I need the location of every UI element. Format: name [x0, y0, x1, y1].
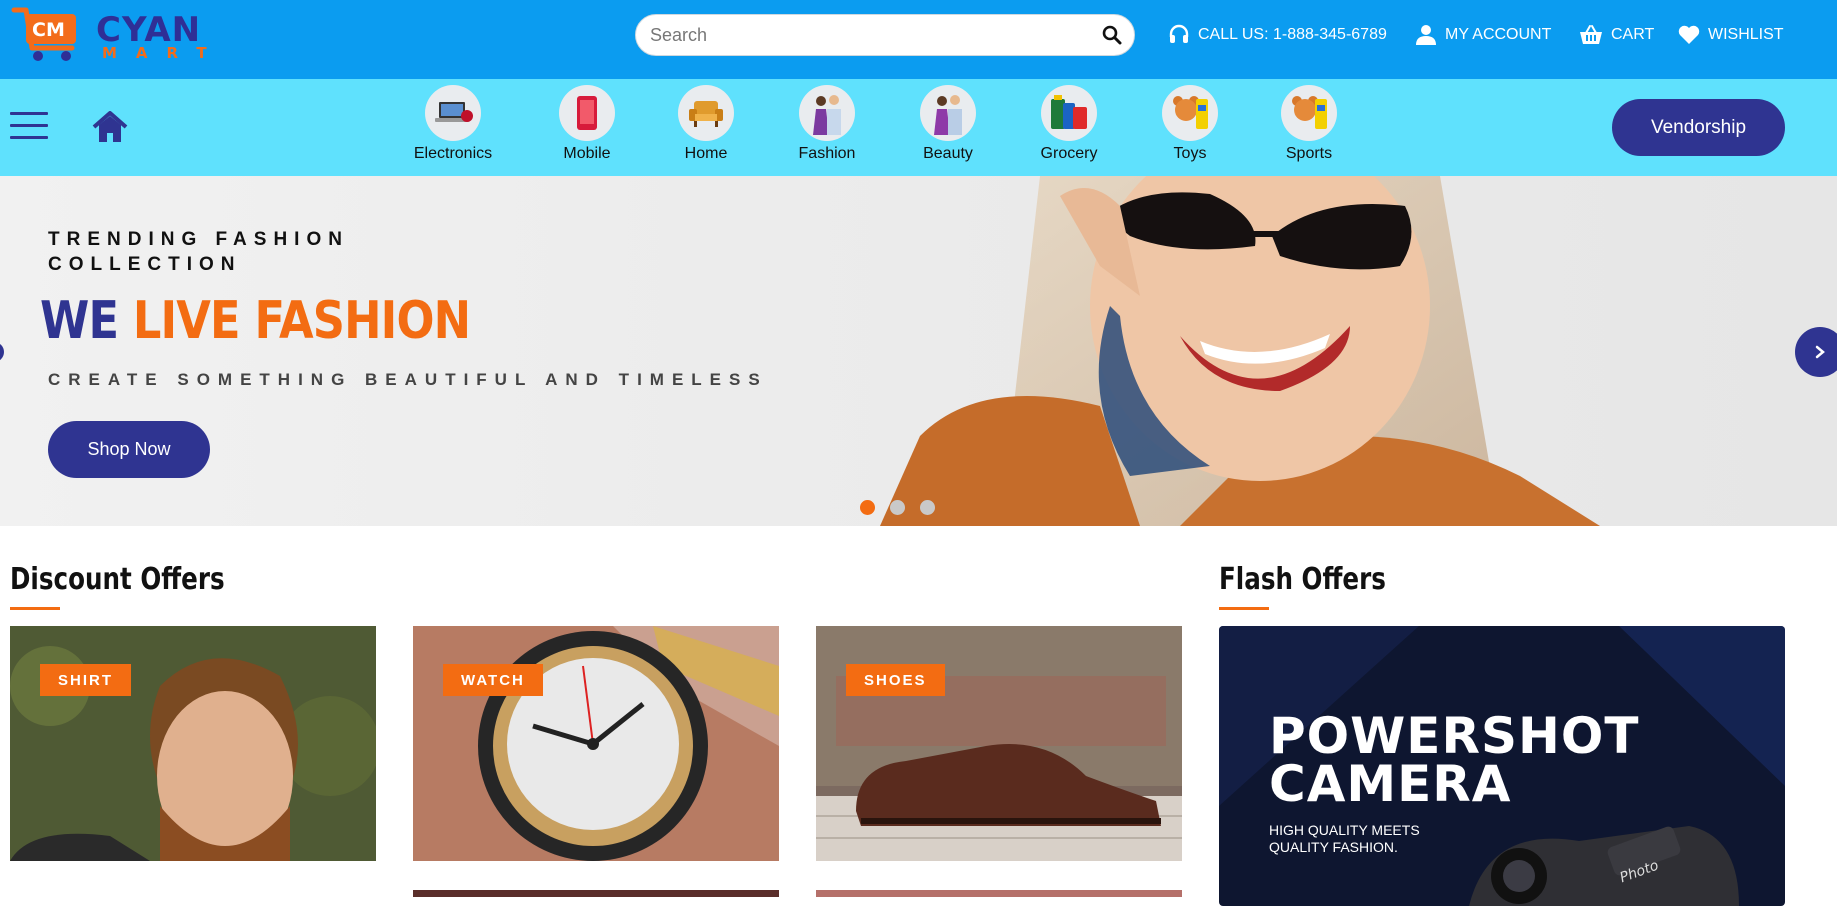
category-label: Grocery: [1040, 145, 1098, 162]
discount-card-watch[interactable]: WATCH: [413, 626, 779, 861]
category-toys[interactable]: Toys: [1135, 85, 1245, 163]
hero-title-part-2: LIVE FASHION: [132, 291, 471, 351]
user-icon: [1416, 25, 1436, 45]
category-fashion[interactable]: Fashion: [772, 85, 882, 163]
category-label: Toys: [1173, 145, 1207, 162]
logo-badge: CM: [32, 19, 65, 41]
hero-banner: TRENDING FASHION COLLECTION WE LIVE FASH…: [0, 176, 1837, 526]
hero-title-part-1: WE: [40, 291, 119, 351]
vendorship-button[interactable]: Vendorship: [1612, 99, 1785, 156]
flash-banner-subtitle: HIGH QUALITY MEETS QUALITY FASHION.: [1269, 822, 1420, 855]
discount-title-underline: [10, 607, 60, 610]
site-logo[interactable]: CM CYAN MART: [10, 4, 207, 64]
home-icon[interactable]: [92, 111, 128, 143]
logo-word-mart: MART: [102, 44, 226, 62]
chevron-right-icon: [1815, 345, 1825, 359]
cart-logo-icon: CM: [11, 7, 76, 61]
shoes-product-image: [816, 626, 1182, 861]
wishlist-link[interactable]: WISHLIST: [1678, 22, 1784, 48]
category-label: Sports: [1285, 145, 1333, 162]
category-mobile[interactable]: Mobile: [532, 85, 642, 163]
card-badge: WATCH: [443, 664, 543, 696]
search-input[interactable]: [650, 15, 1080, 55]
hero-eyebrow: TRENDING FASHION COLLECTION: [48, 229, 349, 275]
discount-offers-title: Discount Offers: [10, 562, 225, 597]
category-label: Beauty: [923, 145, 973, 162]
grocery-icon: [1041, 85, 1097, 141]
flash-offer-banner[interactable]: Photo POWERSHOT CAMERA HIGH QUALITY MEET…: [1219, 626, 1785, 906]
hero-subtitle: CREATE SOMETHING BEAUTIFUL AND TIMELESS: [48, 370, 768, 389]
hamburger-menu-icon[interactable]: [10, 112, 48, 140]
slider-dot-2[interactable]: [890, 500, 905, 515]
card-badge: SHIRT: [40, 664, 131, 696]
flash-banner-title: POWERSHOT CAMERA: [1269, 707, 1640, 813]
slider-dot-3[interactable]: [920, 500, 935, 515]
category-label: Electronics: [413, 145, 493, 162]
my-account-link[interactable]: MY ACCOUNT: [1415, 22, 1551, 48]
beauty-couple-icon: [920, 85, 976, 141]
category-beauty[interactable]: Beauty: [893, 85, 1003, 163]
category-electronics[interactable]: Electronics: [398, 85, 508, 163]
slider-prev-button[interactable]: [0, 342, 4, 362]
call-us-text: CALL US: 1-888-345-6789: [1198, 26, 1387, 43]
category-label: Mobile: [563, 145, 611, 162]
wishlist-text: WISHLIST: [1708, 26, 1784, 43]
search-icon[interactable]: [1102, 25, 1122, 45]
category-bar: Electronics Mobile Home Fashion Beauty G…: [0, 79, 1837, 176]
basket-icon: [1580, 25, 1602, 44]
category-label: Home: [684, 145, 728, 162]
hero-title: WE LIVE FASHION: [40, 291, 471, 351]
shop-now-button[interactable]: Shop Now: [48, 421, 210, 478]
search-box: [635, 14, 1135, 56]
card-badge: SHOES: [846, 664, 945, 696]
smartphone-icon: [559, 85, 615, 141]
slider-next-button[interactable]: [1795, 327, 1837, 377]
flash-offers-title: Flash Offers: [1219, 562, 1386, 597]
category-home[interactable]: Home: [651, 85, 761, 163]
my-account-text: MY ACCOUNT: [1445, 26, 1552, 43]
discount-card-shirt[interactable]: SHIRT: [10, 626, 376, 861]
slider-dot-1[interactable]: [860, 500, 875, 515]
fashion-couple-icon: [799, 85, 855, 141]
hero-model-image: [880, 176, 1600, 526]
slider-dots: [860, 500, 935, 515]
shirt-product-image: [10, 626, 376, 861]
watch-product-image: [413, 626, 779, 861]
armchair-icon: [678, 85, 734, 141]
heart-icon: [1678, 25, 1700, 44]
top-header: CM CYAN MART CALL US: 1-888-345-6789 MY …: [0, 0, 1837, 79]
headset-icon: [1169, 24, 1189, 43]
discount-card-row-2-partial: [413, 890, 779, 897]
category-sports[interactable]: Sports: [1254, 85, 1364, 163]
category-grocery[interactable]: Grocery: [1014, 85, 1124, 163]
cart-link[interactable]: CART: [1579, 22, 1654, 48]
category-label: Fashion: [798, 145, 856, 162]
discount-card-shoes[interactable]: SHOES: [816, 626, 1182, 861]
cart-text: CART: [1611, 26, 1655, 43]
call-us-link[interactable]: CALL US: 1-888-345-6789: [1168, 22, 1387, 48]
sports-toy-icon: [1281, 85, 1337, 141]
teddy-toy-icon: [1162, 85, 1218, 141]
laptop-icon: [425, 85, 481, 141]
discount-card-row-2-partial: [816, 890, 1182, 897]
flash-title-underline: [1219, 607, 1269, 610]
